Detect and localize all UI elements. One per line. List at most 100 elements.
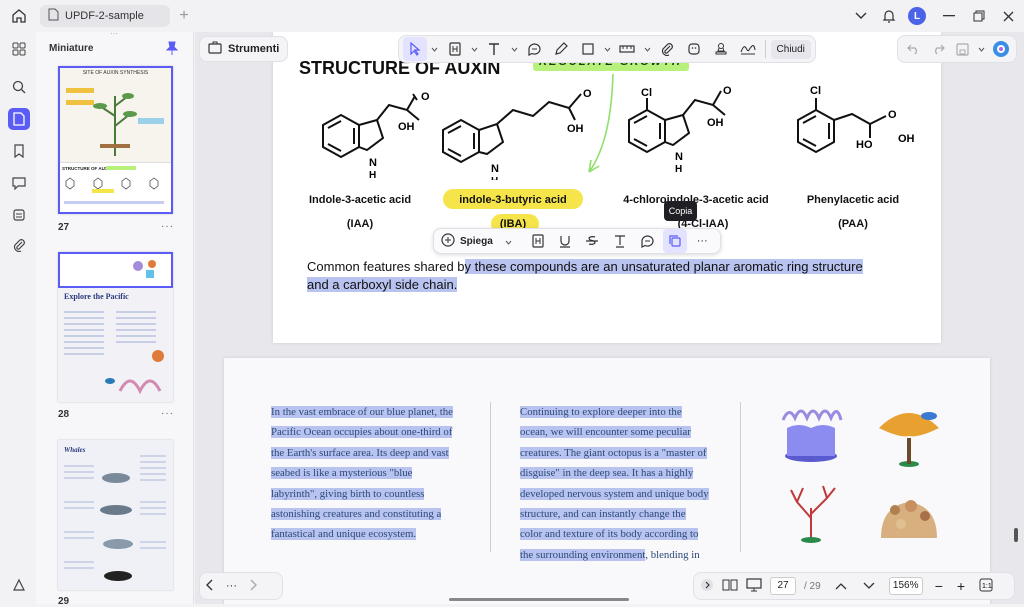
bookmark-icon[interactable] — [8, 140, 30, 162]
svg-text:O: O — [723, 85, 732, 97]
chevron-right-icon[interactable] — [249, 579, 257, 594]
chevron-down-icon[interactable] — [505, 234, 512, 248]
chevron-down-icon[interactable] — [603, 37, 613, 61]
grid-icon[interactable] — [8, 38, 30, 60]
chevron-down-icon[interactable] — [642, 37, 652, 61]
new-tab-icon[interactable]: + — [176, 7, 192, 24]
page-nav-bar: 27 / 29 156% − + 1:1 — [693, 572, 1015, 600]
theme-icon[interactable] — [8, 574, 30, 596]
document-tab[interactable]: UPDF-2-sample — [40, 5, 170, 27]
attachment-icon[interactable] — [8, 234, 30, 256]
bell-icon[interactable] — [880, 7, 898, 25]
close-icon[interactable] — [999, 7, 1017, 25]
thumbnail-more-icon[interactable]: ··· — [161, 221, 174, 232]
chevron-down-icon[interactable] — [509, 37, 519, 61]
chevron-down-icon[interactable] — [978, 37, 985, 61]
underline-icon[interactable] — [553, 229, 576, 253]
molecule-4clia-structure: Cl O OH N H — [628, 85, 732, 175]
attachment-tool-icon[interactable] — [655, 37, 679, 61]
select-tool-icon[interactable] — [403, 37, 427, 61]
presentation-icon[interactable] — [746, 577, 762, 595]
thumbnail-page-27[interactable]: SITE OF AUXIN SYNTHESIS STRUCTURE OF AUX… — [58, 66, 173, 214]
text-line: structure, and can instantly change the — [520, 508, 686, 521]
comment-icon[interactable] — [8, 172, 30, 194]
chevron-down-icon[interactable] — [853, 8, 869, 24]
svg-text:Cl: Cl — [641, 87, 652, 99]
selected-paragraph[interactable]: Common features shared by these compound… — [307, 258, 927, 294]
thumbnail-page-number: 29 — [58, 596, 70, 607]
copy-tooltip: Copia — [664, 201, 697, 221]
sentence-selection[interactable]: y these compounds are an unsaturated pla… — [464, 259, 863, 274]
zoom-in-icon[interactable]: + — [957, 578, 965, 594]
zoom-out-icon[interactable]: − — [935, 578, 943, 594]
text-line: the Earth's surface area. Its deep and v… — [271, 446, 449, 459]
tools-button[interactable]: Strumenti — [199, 36, 289, 62]
text-line: astonishing creatures and constituting a — [271, 508, 442, 521]
fit-page-icon[interactable]: 1:1 — [979, 578, 993, 595]
highlight-icon[interactable] — [526, 229, 549, 253]
page-number-input[interactable]: 27 — [770, 577, 796, 595]
sea-creatures-illustration — [781, 409, 939, 543]
thumbnail-page-29[interactable]: Whales — [58, 440, 173, 590]
history-toolbar — [897, 35, 1017, 63]
svg-text:HO: HO — [856, 139, 873, 151]
horizontal-scrollbar[interactable] — [449, 598, 629, 601]
text-line: labyrinth", giving birth to countless — [271, 487, 425, 500]
copy-icon[interactable] — [663, 229, 687, 253]
pencil-tool-icon[interactable] — [549, 37, 573, 61]
comment-tool-icon[interactable] — [522, 37, 546, 61]
chevron-down-icon[interactable] — [430, 37, 440, 61]
avatar[interactable]: L — [908, 7, 926, 25]
explain-button[interactable]: Spiega — [460, 236, 493, 247]
redo-icon[interactable] — [929, 37, 948, 61]
undo-icon[interactable] — [904, 37, 923, 61]
drag-handle[interactable]: ··· — [110, 30, 122, 38]
text-line: seabed is like a mysterious "blue — [271, 467, 413, 480]
svg-text:O: O — [888, 109, 897, 121]
pin-icon[interactable] — [165, 41, 179, 58]
measure-tool-icon[interactable] — [616, 37, 640, 61]
ai-assistant-icon[interactable] — [991, 37, 1010, 61]
svg-text:Cl: Cl — [810, 85, 821, 97]
chevron-up-icon[interactable] — [835, 579, 847, 593]
svg-text:OH: OH — [898, 133, 915, 145]
sentence-selection[interactable]: and a carboxyl side chain. — [307, 277, 458, 292]
thumbnail-more-icon[interactable]: ··· — [161, 408, 174, 419]
text-line: ocean, we will encounter some peculiar — [520, 426, 691, 439]
shape-tool-icon[interactable] — [576, 37, 600, 61]
more-options-icon[interactable]: ··· — [691, 229, 714, 253]
stamp-tool-icon[interactable] — [709, 37, 733, 61]
text-column-1[interactable]: In the vast embrace of our blue planet, … — [271, 402, 471, 545]
page-view-icon[interactable] — [722, 578, 738, 595]
home-icon[interactable] — [10, 7, 28, 25]
highlight-tool-icon[interactable] — [443, 37, 467, 61]
pdf-page-27: STRUCTURE OF AUXIN REGULATE GROWTH O OH … — [273, 32, 941, 343]
svg-text:1:1: 1:1 — [982, 583, 992, 590]
chevron-down-icon[interactable] — [863, 579, 875, 593]
text-insert-icon[interactable] — [608, 229, 631, 253]
collapse-icon[interactable] — [700, 578, 714, 595]
sticker-tool-icon[interactable] — [682, 37, 706, 61]
text-line: color and texture of its body according … — [520, 528, 699, 541]
comment-icon[interactable] — [636, 229, 659, 253]
close-tools-button[interactable]: Chiudi — [770, 39, 811, 59]
zoom-input[interactable]: 156% — [888, 577, 923, 595]
signature-tool-icon[interactable] — [736, 37, 760, 61]
text-column-2[interactable]: Continuing to explore deeper into the oc… — [520, 402, 730, 565]
text-line: fantastical and unique ecosystem. — [271, 528, 417, 541]
chevron-left-icon[interactable] — [206, 579, 214, 594]
vertical-scrollbar[interactable] — [1014, 528, 1018, 542]
save-icon[interactable] — [954, 37, 973, 61]
search-icon[interactable] — [8, 76, 30, 98]
svg-text:H: H — [675, 164, 682, 175]
minimize-icon[interactable] — [940, 7, 958, 25]
chevron-down-icon[interactable] — [470, 37, 480, 61]
thumbnails-icon[interactable] — [8, 108, 30, 130]
restore-icon[interactable] — [970, 7, 988, 25]
thumbnail-page-28[interactable]: Explore the Pacific — [58, 252, 173, 402]
more-icon[interactable]: ··· — [226, 580, 237, 592]
svg-text:N: N — [675, 151, 683, 163]
layers-icon[interactable] — [8, 204, 30, 226]
strikethrough-icon[interactable] — [581, 229, 604, 253]
text-tool-icon[interactable] — [482, 37, 506, 61]
